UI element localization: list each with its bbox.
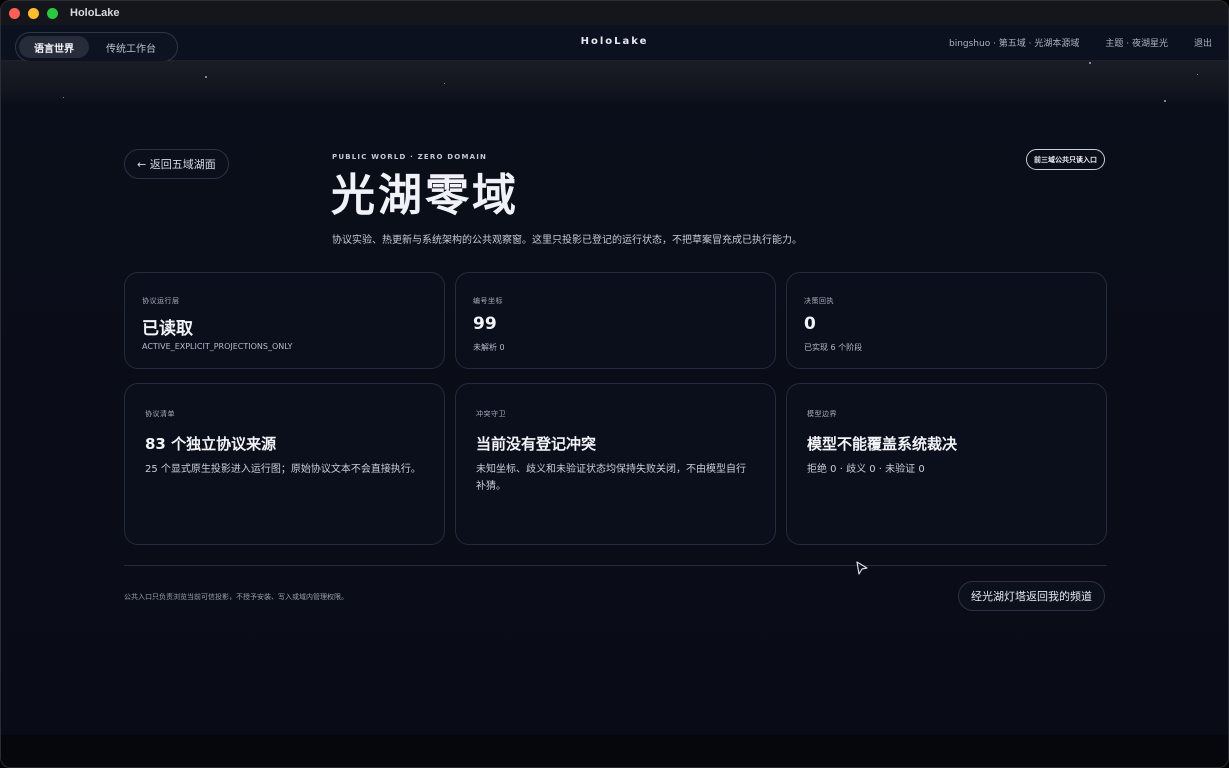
star-decoration — [1164, 100, 1166, 102]
page-title: 光湖零域 — [331, 170, 519, 221]
stat-note: 未解析 0 — [473, 343, 505, 352]
close-window-button[interactable] — [9, 7, 20, 19]
stat-value: 99 — [473, 314, 497, 334]
stat-card-protocol-runtime: 协议运行层 已读取 ACTIVE_EXPLICIT_PROJECTIONS_ON… — [124, 272, 445, 369]
stat-card-number-coordinates: 编号坐标 99 未解析 0 — [455, 272, 776, 369]
return-to-channel-button[interactable]: 经光湖灯塔返回我的频道 — [958, 581, 1105, 611]
star-decoration — [205, 76, 207, 78]
nav-right: bingshuo · 第五域 · 光湖本源域 主题 · 夜湖星光 退出 — [949, 36, 1212, 49]
panel-label: 模型边界 — [807, 410, 837, 418]
panel-title: 83 个独立协议来源 — [145, 435, 277, 453]
window-controls — [9, 7, 58, 19]
stat-label: 协议运行层 — [142, 297, 180, 305]
panel-description: 未知坐标、歧义和未验证状态均保持失败关闭，不由模型自行补猜。 — [476, 464, 746, 492]
starfield-banner — [1, 61, 1228, 105]
logout-link[interactable]: 退出 — [1194, 36, 1212, 49]
star-decoration — [444, 83, 445, 84]
star-decoration — [1197, 74, 1198, 75]
star-decoration — [1089, 62, 1091, 64]
panel-title: 当前没有登记冲突 — [476, 435, 597, 453]
stat-note: ACTIVE_EXPLICIT_PROJECTIONS_ONLY — [142, 342, 293, 351]
panel-label: 冲突守卫 — [476, 410, 506, 418]
user-location[interactable]: bingshuo · 第五域 · 光湖本源域 — [949, 36, 1079, 49]
stat-value: 0 — [804, 314, 816, 334]
maximize-window-button[interactable] — [47, 7, 58, 19]
window-title: HoloLake — [70, 7, 120, 19]
stat-card-decision-receipts: 决策回执 0 已实现 6 个阶段 — [786, 272, 1107, 369]
panel-description: 拒绝 0 · 歧义 0 · 未验证 0 — [807, 464, 925, 475]
title-bar: HoloLake — [1, 1, 1228, 25]
panel-description: 25 个显式原生投影进入运行图；原始协议文本不会直接执行。 — [145, 464, 421, 475]
footer-note: 公共入口只负责浏览当前可信投影，不授予安装、写入或域内管理权限。 — [124, 593, 348, 601]
page-eyebrow: PUBLIC WORLD · ZERO DOMAIN — [332, 153, 488, 161]
back-to-five-domains-button[interactable]: ← 返回五域湖面 — [124, 149, 229, 179]
app-window: HoloLake 语言世界 传统工作台 HoloLake bingshuo · … — [0, 0, 1229, 768]
stat-label: 决策回执 — [804, 297, 834, 305]
panel-protocol-list: 协议清单 83 个独立协议来源 25 个显式原生投影进入运行图；原始协议文本不会… — [124, 383, 445, 545]
stat-label: 编号坐标 — [473, 297, 503, 305]
top-navigation: 语言世界 传统工作台 HoloLake bingshuo · 第五域 · 光湖本… — [1, 25, 1228, 62]
stat-value: 已读取 — [142, 319, 193, 339]
page-subtitle: 协议实验、热更新与系统架构的公共观察窗。这里只投影已登记的运行状态，不把草案冒充… — [332, 235, 802, 246]
panel-model-boundary: 模型边界 模型不能覆盖系统裁决 拒绝 0 · 歧义 0 · 未验证 0 — [786, 383, 1107, 545]
section-divider — [124, 565, 1107, 566]
theme-switch[interactable]: 主题 · 夜湖星光 — [1105, 36, 1168, 49]
stat-note: 已实现 6 个阶段 — [804, 343, 863, 352]
panel-label: 协议清单 — [145, 410, 175, 418]
bottom-strip — [1, 735, 1228, 767]
panel-conflict-guard: 冲突守卫 当前没有登记冲突 未知坐标、歧义和未验证状态均保持失败关闭，不由模型自… — [455, 383, 776, 545]
star-decoration — [63, 97, 64, 98]
readonly-entry-badge[interactable]: 前三域公共只读入口 — [1026, 149, 1105, 170]
panel-title: 模型不能覆盖系统裁决 — [807, 435, 958, 453]
mouse-cursor-icon — [856, 561, 868, 575]
minimize-window-button[interactable] — [28, 7, 39, 19]
